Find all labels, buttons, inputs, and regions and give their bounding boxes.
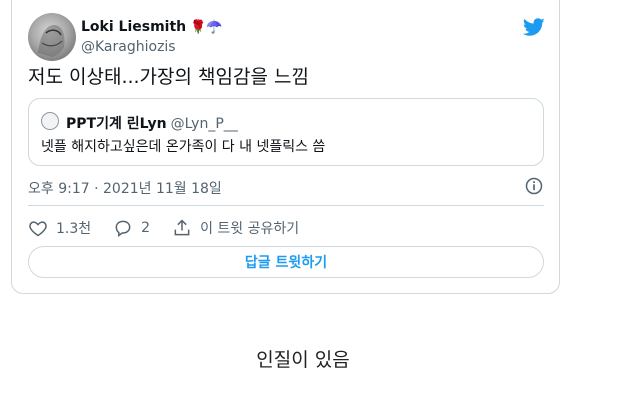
tweet-text: 저도 이상태...가장의 책임감을 느낌 xyxy=(28,66,309,88)
quoted-handle: @Lyn_P__ xyxy=(170,116,238,132)
author-name[interactable]: Loki Liesmith 🌹☂️ xyxy=(81,19,223,35)
divider-top xyxy=(28,205,544,206)
quoted-avatar xyxy=(41,112,59,130)
quoted-text: 넷플 해지하고싶은데 온가족이 다 내 넷플릭스 씀 xyxy=(41,139,326,155)
like-button[interactable]: 1.3천 xyxy=(28,218,91,238)
action-bar: 1.3천 2 이 트윗 공유하기 xyxy=(28,218,321,238)
tweet-card: Loki Liesmith 🌹☂️ @Karaghiozis 저도 이상태...… xyxy=(11,0,560,294)
share-label: 이 트윗 공유하기 xyxy=(200,221,300,237)
author-avatar[interactable] xyxy=(28,13,76,61)
caption-text: 인질이 있음 xyxy=(256,349,350,371)
quoted-name: PPT기계 린Lyn xyxy=(66,116,167,132)
twitter-bird-icon[interactable] xyxy=(522,16,546,38)
reply-icon xyxy=(115,220,131,237)
heart-icon xyxy=(29,221,47,237)
quoted-author: PPT기계 린Lyn @Lyn_P__ xyxy=(66,113,238,133)
reply-action[interactable]: 2 xyxy=(113,218,150,238)
quoted-tweet[interactable]: PPT기계 린Lyn @Lyn_P__ 넷플 해지하고싶은데 온가족이 다 내 넷… xyxy=(28,98,544,166)
reply-count: 2 xyxy=(141,220,151,236)
share-icon xyxy=(174,219,190,236)
author-name-text: Loki Liesmith xyxy=(81,19,187,35)
tweet-timestamp[interactable]: 오후 9:17 · 2021년 11월 18일 xyxy=(28,178,222,198)
info-icon[interactable] xyxy=(524,176,544,196)
author-handle[interactable]: @Karaghiozis xyxy=(81,39,176,55)
reply-tweet-button[interactable]: 답글 트윗하기 xyxy=(28,246,544,278)
share-button[interactable]: 이 트윗 공유하기 xyxy=(172,218,299,238)
author-emoji: 🌹☂️ xyxy=(190,19,223,35)
like-count: 1.3천 xyxy=(56,221,92,237)
